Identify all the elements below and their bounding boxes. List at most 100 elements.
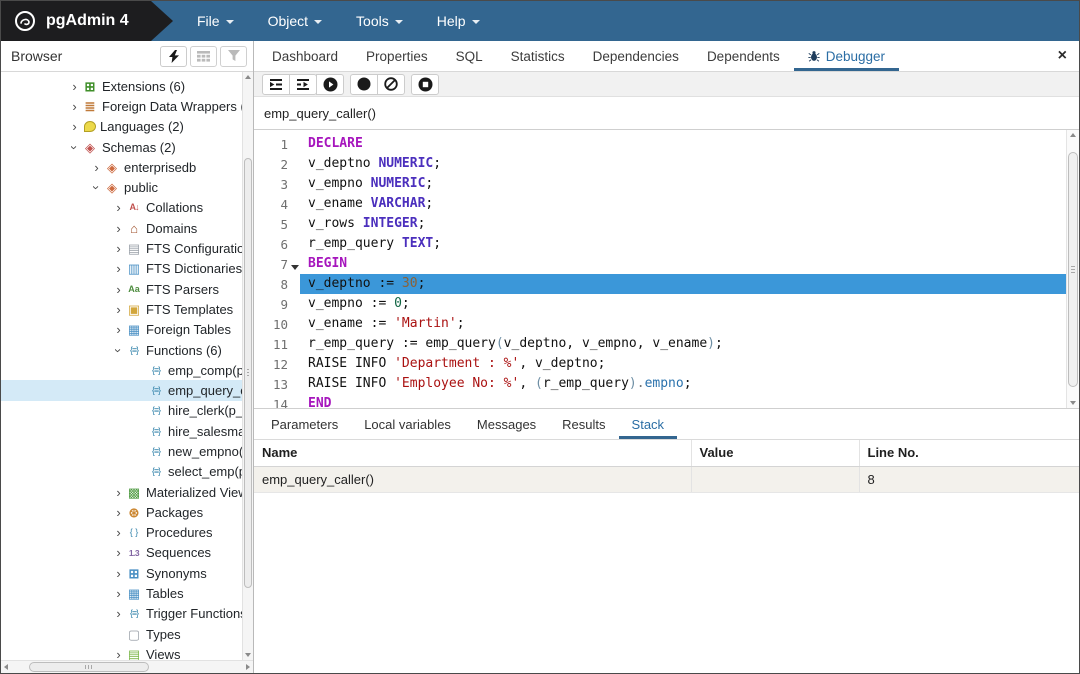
code-line-text[interactable]: END (300, 394, 1079, 409)
code-line-text[interactable]: BEGIN (300, 254, 1079, 274)
code-line-14[interactable]: 14END (254, 394, 1079, 409)
sidebar-item-languages-2[interactable]: ›Languages (2) (1, 117, 253, 137)
tab-stack[interactable]: Stack (619, 409, 678, 439)
stop-button[interactable] (411, 74, 439, 95)
sidebar-item-sequences[interactable]: ›Sequences (1, 543, 253, 563)
scroll-down-arrow-icon[interactable] (245, 653, 251, 657)
view-data-button[interactable] (190, 46, 217, 67)
sidebar-item-enterprisedb[interactable]: ›enterprisedb (1, 157, 253, 177)
code-line-text[interactable]: v_empno NUMERIC; (300, 174, 1079, 194)
sidebar-item-views[interactable]: ›Views (1, 644, 253, 660)
sidebar-item-collations[interactable]: ›Collations (1, 198, 253, 218)
tab-local-variables[interactable]: Local variables (351, 409, 464, 439)
tab-dependencies[interactable]: Dependencies (579, 41, 693, 71)
sidebar-item-tables[interactable]: ›Tables (1, 583, 253, 603)
menu-file[interactable]: File (197, 13, 234, 29)
code-line-5[interactable]: 5v_rows INTEGER; (254, 214, 1079, 234)
current-execution-line[interactable]: v_deptno := 30; (300, 274, 1079, 294)
chevron-right-icon[interactable]: › (111, 486, 126, 499)
toggle-breakpoint-button[interactable] (350, 74, 378, 95)
code-line-text[interactable]: v_empno := 0; (300, 294, 1079, 314)
tab-statistics[interactable]: Statistics (497, 41, 579, 71)
line-number-gutter[interactable]: 7 (254, 257, 300, 272)
line-number-gutter[interactable]: 3 (254, 177, 300, 192)
sidebar-item-trigger-functions[interactable]: ›Trigger Functions (1, 604, 253, 624)
table-row[interactable]: emp_query_caller()8 (254, 466, 1079, 492)
tab-dashboard[interactable]: Dashboard (258, 41, 352, 71)
tab-dependents[interactable]: Dependents (693, 41, 794, 71)
sidebar-item-domains[interactable]: ›Domains (1, 218, 253, 238)
continue-button[interactable] (316, 74, 344, 95)
sidebar-item-procedures[interactable]: ›Procedures (1, 523, 253, 543)
tab-properties[interactable]: Properties (352, 41, 442, 71)
menu-help[interactable]: Help (437, 13, 480, 29)
chevron-right-icon[interactable]: › (111, 242, 126, 255)
editor-vertical-scrollbar[interactable] (1066, 130, 1079, 408)
editor-scroll-up-icon[interactable] (1070, 133, 1076, 137)
sidebar-item-select-emp-p-e[interactable]: ›select_emp(p_e (1, 462, 253, 482)
query-tool-button[interactable] (160, 46, 187, 67)
chevron-right-icon[interactable]: › (111, 303, 126, 316)
scroll-left-arrow-icon[interactable] (4, 664, 8, 670)
sidebar-item-emp-query-cal[interactable]: ›emp_query_cal (1, 380, 253, 400)
chevron-right-icon[interactable]: › (111, 526, 126, 539)
line-number-gutter[interactable]: 13 (254, 377, 300, 392)
tab-sql[interactable]: SQL (442, 41, 497, 71)
chevron-right-icon[interactable]: › (67, 100, 82, 113)
code-line-13[interactable]: 13RAISE INFO 'Employee No: %', (r_emp_qu… (254, 374, 1079, 394)
tree-horizontal-scrollbar[interactable] (1, 660, 253, 673)
chevron-right-icon[interactable]: › (67, 120, 82, 133)
code-line-8[interactable]: 8v_deptno := 30; (254, 274, 1079, 294)
code-line-11[interactable]: 11r_emp_query := emp_query(v_deptno, v_e… (254, 334, 1079, 354)
sidebar-item-synonyms[interactable]: ›Synonyms (1, 563, 253, 583)
line-number-gutter[interactable]: 12 (254, 357, 300, 372)
tab-messages[interactable]: Messages (464, 409, 549, 439)
code-line-text[interactable]: r_emp_query TEXT; (300, 234, 1079, 254)
menu-object[interactable]: Object (268, 13, 322, 29)
tab-results[interactable]: Results (549, 409, 618, 439)
line-number-gutter[interactable]: 14 (254, 397, 300, 410)
scroll-right-arrow-icon[interactable] (246, 664, 250, 670)
line-number-gutter[interactable]: 4 (254, 197, 300, 212)
code-line-6[interactable]: 6r_emp_query TEXT; (254, 234, 1079, 254)
code-line-text[interactable]: v_ename := 'Martin'; (300, 314, 1079, 334)
line-number-gutter[interactable]: 5 (254, 217, 300, 232)
chevron-right-icon[interactable]: › (111, 648, 126, 660)
fold-marker-icon[interactable] (291, 265, 299, 270)
code-line-text[interactable]: v_ename VARCHAR; (300, 194, 1079, 214)
line-number-gutter[interactable]: 9 (254, 297, 300, 312)
editor-scroll-down-icon[interactable] (1070, 401, 1076, 405)
code-line-9[interactable]: 9v_empno := 0; (254, 294, 1079, 314)
clear-all-breakpoints-button[interactable] (377, 74, 405, 95)
scroll-up-arrow-icon[interactable] (245, 75, 251, 79)
line-number-gutter[interactable]: 8 (254, 277, 300, 292)
code-editor[interactable]: 1DECLARE2v_deptno NUMERIC;3v_empno NUMER… (254, 130, 1079, 409)
sidebar-item-packages[interactable]: ›Packages (1, 502, 253, 522)
sidebar-item-materialized-views[interactable]: ›Materialized Views (1, 482, 253, 502)
step-into-button[interactable] (262, 74, 290, 95)
tab-debugger[interactable]: Debugger (794, 41, 899, 71)
sidebar-item-emp-comp-p-s[interactable]: ›emp_comp(p_s (1, 360, 253, 380)
chevron-right-icon[interactable]: › (67, 80, 82, 93)
sidebar-item-hire-salesman[interactable]: ›hire_salesman( (1, 421, 253, 441)
code-line-1[interactable]: 1DECLARE (254, 134, 1079, 154)
code-line-12[interactable]: 12RAISE INFO 'Department : %', v_deptno; (254, 354, 1079, 374)
code-line-text[interactable]: DECLARE (300, 134, 1079, 154)
line-number-gutter[interactable]: 11 (254, 337, 300, 352)
close-icon[interactable]: × (1058, 48, 1067, 64)
sidebar-item-foreign-data-wrappers-2[interactable]: ›Foreign Data Wrappers (2 (1, 96, 253, 116)
line-number-gutter[interactable]: 2 (254, 157, 300, 172)
tree-hscrollbar-thumb[interactable] (29, 662, 149, 672)
line-number-gutter[interactable]: 6 (254, 237, 300, 252)
chevron-down-icon[interactable]: › (90, 180, 103, 195)
tree-vertical-scrollbar[interactable] (242, 72, 253, 660)
chevron-right-icon[interactable]: › (111, 567, 126, 580)
sidebar-item-fts-templates[interactable]: ›FTS Templates (1, 299, 253, 319)
chevron-right-icon[interactable]: › (111, 546, 126, 559)
sidebar-item-foreign-tables[interactable]: ›Foreign Tables (1, 320, 253, 340)
chevron-down-icon[interactable]: › (112, 343, 125, 358)
chevron-right-icon[interactable]: › (111, 201, 126, 214)
sidebar-item-public[interactable]: ›public (1, 177, 253, 197)
code-line-text[interactable]: v_rows INTEGER; (300, 214, 1079, 234)
line-number-gutter[interactable]: 1 (254, 137, 300, 152)
